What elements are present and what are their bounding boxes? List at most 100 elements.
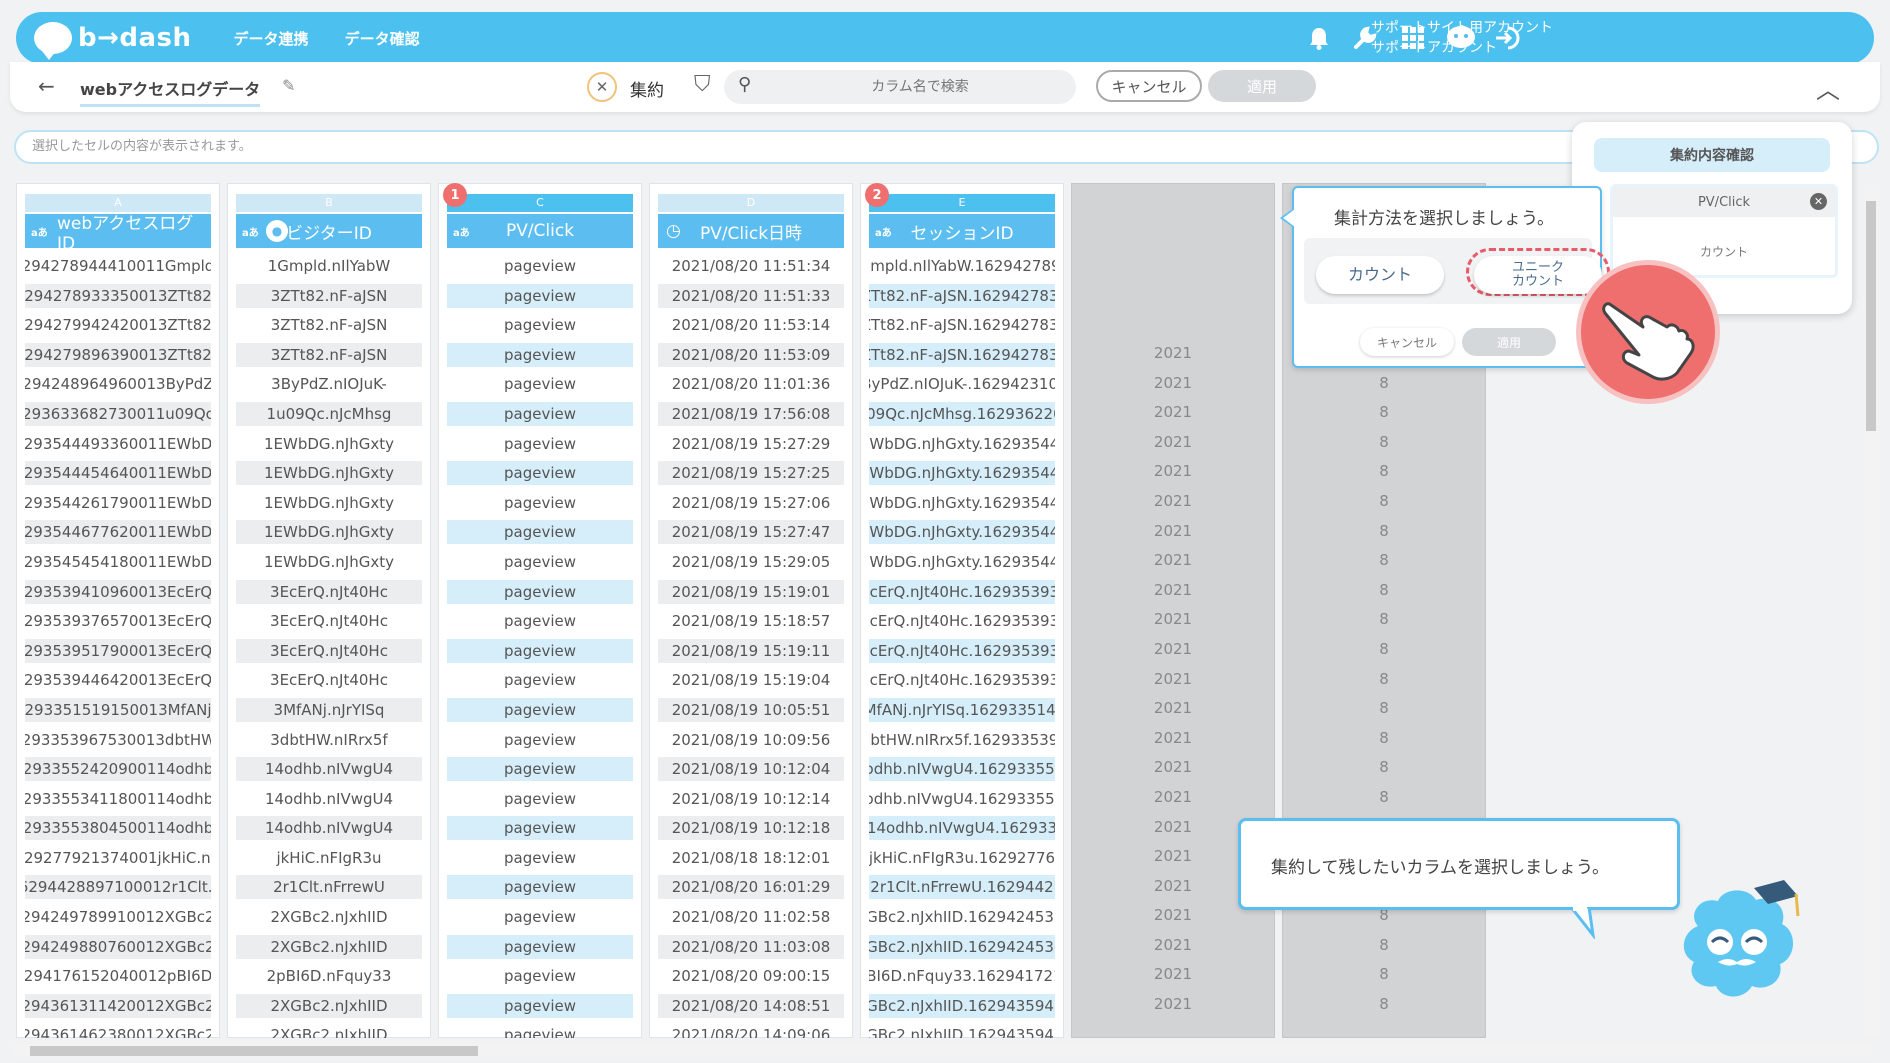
logo[interactable]: b→dash — [34, 22, 192, 60]
table-cell[interactable]: 2021/08/20 11:01:36 — [658, 372, 844, 396]
pencil-icon[interactable]: ✎ — [282, 76, 295, 95]
column-header[interactable]: aあ ● ビジターID — [236, 214, 422, 248]
cancel-button[interactable]: キャンセル — [1096, 70, 1202, 102]
mascot-icon[interactable] — [1445, 22, 1477, 54]
table-cell[interactable]: pageview — [447, 905, 633, 929]
table-cell[interactable]: 2XGBc2.nJxhIID — [236, 934, 422, 959]
table-cell[interactable]: 2021/08/19 15:19:11 — [658, 638, 844, 663]
table-cell[interactable]: pageview — [447, 964, 633, 988]
table-cell[interactable]: 2XGBc2.nJxhIID.1629435945... — [869, 1023, 1055, 1038]
table-cell[interactable]: 16293633682730011u09Qc.... — [25, 401, 211, 426]
table-cell[interactable]: 2r1Clt.nFrrewU.1629442 — [869, 875, 1055, 900]
table-cell[interactable]: pageview — [447, 401, 633, 426]
vertical-scroll-thumb[interactable] — [1866, 201, 1876, 431]
table-cell[interactable]: 3dbtHW.nIRrx5f.162933539... — [869, 728, 1055, 752]
table-cell[interactable]: 16294279942420013ZTt82.... — [25, 313, 211, 337]
table-cell[interactable]: 162933553804500114odhb.... — [25, 816, 211, 841]
table-cell[interactable]: 2021/08/20 16:01:29 — [658, 875, 844, 900]
popup-cancel-button[interactable]: キャンセル — [1360, 328, 1454, 356]
table-cell[interactable]: 3ZTt82.nF-aJSN.162942783... — [869, 342, 1055, 367]
column-e[interactable]: Eaあ セッションID 1Gmpld.nIlYabW.162942789... 3ZT… — [860, 183, 1064, 1038]
horizontal-scrollbar[interactable] — [10, 1042, 1872, 1058]
table-cell[interactable]: 3ZTt82.nF-aJSN — [236, 283, 422, 308]
table-cell[interactable]: 14odhb.nIVwgU4.162933 — [869, 816, 1055, 841]
column-letter[interactable]: D — [658, 194, 844, 212]
column-d[interactable]: D ◷ PV/Click日時 2021/08/20 11:51:34 2021/08/2… — [649, 183, 853, 1038]
table-cell[interactable]: 2XGBc2.nJxhIID — [236, 993, 422, 1018]
table-cell[interactable]: pageview — [447, 638, 633, 663]
table-cell[interactable]: pageview — [447, 816, 633, 841]
vertical-scrollbar[interactable] — [1863, 183, 1879, 1038]
table-cell[interactable]: pageview — [447, 1023, 633, 1038]
table-cell[interactable]: 2021/08/19 10:12:18 — [658, 816, 844, 841]
table-cell[interactable]: pageview — [447, 491, 633, 515]
table-cell[interactable]: pageview — [447, 846, 633, 870]
table-cell[interactable]: pageview — [447, 283, 633, 308]
table-cell[interactable]: 2021/08/20 14:09:06 — [658, 1023, 844, 1038]
nav-data-integration[interactable]: データ連携 — [234, 28, 309, 49]
table-cell[interactable]: 2021/08/20 09:00:15 — [658, 964, 844, 988]
table-cell[interactable]: 2021/08/18 18:12:01 — [658, 846, 844, 870]
column-a[interactable]: AaあwebアクセスログID16294278944410011Gmpld....… — [16, 183, 220, 1038]
table-cell[interactable]: 2pBI6D.nFquy33.162941721... — [869, 964, 1055, 988]
table-cell[interactable]: 16293545454180011EWbD.... — [25, 550, 211, 574]
table-cell[interactable]: 2021/08/20 11:53:14 — [658, 313, 844, 337]
table-cell[interactable]: 2021/08/19 15:18:57 — [658, 609, 844, 633]
table-cell[interactable]: 16293544677620011EWbD.... — [25, 520, 211, 545]
table-cell[interactable]: 16294249880760012XGBc2.... — [25, 934, 211, 959]
table-cell[interactable]: 14odhb.nIVwgU4.162933552... — [869, 787, 1055, 811]
table-cell[interactable]: 162933553411800114odhb.... — [25, 787, 211, 811]
table-cell[interactable]: pageview — [447, 461, 633, 486]
table-cell[interactable]: 3EcErQ.nJt40Hc — [236, 579, 422, 604]
table-cell[interactable]: pageview — [447, 372, 633, 396]
table-cell[interactable]: 1Gmpld.nIlYabW — [236, 254, 422, 278]
table-cell[interactable]: 14odhb.nIVwgU4 — [236, 816, 422, 841]
table-cell[interactable]: 2XGBc2.nJxhIID — [236, 1023, 422, 1038]
column-c[interactable]: Caあ PV/Click pageview pageview pageview pagev… — [438, 183, 642, 1038]
table-cell[interactable]: 16293539376570013EcErQ.... — [25, 609, 211, 633]
table-cell[interactable]: 2021/08/19 10:05:51 — [658, 697, 844, 722]
table-cell[interactable]: 3EcErQ.nJt40Hc — [236, 609, 422, 633]
table-cell[interactable]: 3EcErQ.nJt40Hc.162935393... — [869, 609, 1055, 633]
table-cell[interactable]: 3EcErQ.nJt40Hc — [236, 638, 422, 663]
table-cell[interactable]: 2021/08/20 11:02:58 — [658, 905, 844, 929]
bell-icon[interactable] — [1303, 22, 1335, 54]
table-cell[interactable]: 2021/08/19 15:19:04 — [658, 668, 844, 692]
table-cell[interactable]: 1EWbDG.nJhGxty — [236, 432, 422, 456]
table-cell[interactable]: pageview — [447, 609, 633, 633]
table-cell[interactable]: pageview — [447, 342, 633, 367]
table-cell[interactable]: 2021/08/19 15:19:01 — [658, 579, 844, 604]
table-cell[interactable]: jkHiC.nFIgR3u.16292776 — [869, 846, 1055, 870]
table-cell[interactable]: 3MfANj.nJrYISq.162933514... — [869, 697, 1055, 722]
table-cell[interactable]: 16293539517900013EcErQ.... — [25, 638, 211, 663]
table-cell[interactable]: 2021/08/20 11:51:34 — [658, 254, 844, 278]
table-cell[interactable]: pageview — [447, 313, 633, 337]
table-cell[interactable]: pageview — [447, 550, 633, 574]
aggregate-label[interactable]: 集約 — [630, 76, 664, 101]
table-cell[interactable]: 2XGBc2.nJxhIID.1629435945... — [869, 993, 1055, 1018]
table-cell[interactable]: 2021/08/19 17:56:08 — [658, 401, 844, 426]
table-cell[interactable]: 1EWbDG.nJhGxty — [236, 491, 422, 515]
column-header[interactable]: aあ セッションID — [869, 214, 1055, 248]
column-letter[interactable]: B — [236, 194, 422, 212]
table-cell[interactable]: 16294278933350013ZTt82.... — [25, 283, 211, 308]
table-cell[interactable]: 2021/08/20 11:51:33 — [658, 283, 844, 308]
table-cell[interactable]: pageview — [447, 787, 633, 811]
table-cell[interactable]: 1EWbDG.nJhGxty — [236, 550, 422, 574]
table-cell[interactable]: 2021/08/19 15:27:06 — [658, 491, 844, 515]
table-cell[interactable]: pageview — [447, 934, 633, 959]
table-cell[interactable]: 16294248964960013ByPdZ.... — [25, 372, 211, 396]
table-cell[interactable]: 3MfANj.nJrYISq — [236, 697, 422, 722]
table-cell[interactable]: 2XGBc2.nJxhIID.1629424538... — [869, 934, 1055, 959]
table-cell[interactable]: 1EWbDG.nJhGxty — [236, 520, 422, 545]
table-cell[interactable]: 16293544493360011EWbD.... — [25, 432, 211, 456]
table-cell[interactable]: 16294428897100012r1Clt.... — [25, 875, 211, 900]
table-cell[interactable]: 1EWbDG.nJhGxty.16293544... — [869, 550, 1055, 574]
apply-button[interactable]: 適用 — [1208, 70, 1316, 102]
nav-data-check[interactable]: データ確認 — [345, 28, 420, 49]
table-cell[interactable]: 2pBI6D.nFquy33 — [236, 964, 422, 988]
table-cell[interactable]: 3dbtHW.nIRrx5f — [236, 728, 422, 752]
table-cell[interactable]: 2021/08/20 14:08:51 — [658, 993, 844, 1018]
table-cell[interactable]: 2021/08/19 15:27:29 — [658, 432, 844, 456]
table-cell[interactable]: jkHiC.nFIgR3u — [236, 846, 422, 870]
